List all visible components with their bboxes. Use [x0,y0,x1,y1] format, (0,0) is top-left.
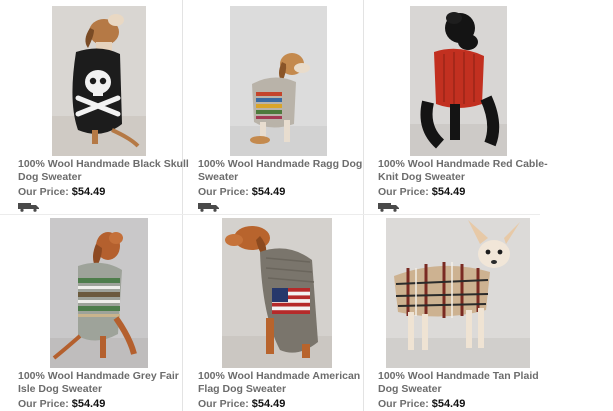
product-card-ragg[interactable]: 100% Wool Handmade Ragg Dog Sweater Our … [198,0,378,214]
product-price: Our Price: $54.49 [378,186,465,198]
price-amount: $54.49 [251,186,286,198]
product-card-red-cable-knit[interactable]: 100% Wool Handmade Red Cable-Knit Dog Sw… [378,0,558,214]
price-label: Our Price: [378,186,429,198]
product-title[interactable]: 100% Wool Handmade Grey Fair Isle Dog Sw… [18,370,194,396]
price-label: Our Price: [18,398,69,410]
truck-icon [378,203,399,212]
price-amount: $54.49 [71,186,106,198]
product-image[interactable] [386,218,530,368]
truck-icon [18,203,39,212]
product-price: Our Price: $54.49 [18,398,105,410]
product-price: Our Price: $54.49 [18,186,105,198]
product-card-black-skull[interactable]: 100% Wool Handmade Black Skull Dog Sweat… [18,0,198,214]
product-card-tan-plaid[interactable]: 100% Wool Handmade Tan Plaid Dog Sweater… [378,216,558,411]
price-label: Our Price: [198,186,249,198]
price-amount: $54.49 [431,186,466,198]
truck-icon [198,203,219,212]
product-image[interactable] [222,218,332,368]
product-image[interactable] [230,6,327,156]
price-label: Our Price: [198,398,249,410]
product-title[interactable]: 100% Wool Handmade Tan Plaid Dog Sweater [378,370,554,396]
price-amount: $54.49 [71,398,106,410]
product-image[interactable] [410,6,507,156]
product-card-grey-fair-isle[interactable]: 100% Wool Handmade Grey Fair Isle Dog Sw… [18,216,198,411]
product-price: Our Price: $54.49 [378,398,465,410]
product-price: Our Price: $54.49 [198,186,285,198]
price-amount: $54.49 [251,398,286,410]
product-image[interactable] [52,6,146,156]
price-amount: $54.49 [431,398,466,410]
product-price: Our Price: $54.49 [198,398,285,410]
product-title[interactable]: 100% Wool Handmade Ragg Dog Sweater [198,158,374,184]
price-label: Our Price: [18,186,69,198]
product-card-american-flag[interactable]: 100% Wool Handmade American Flag Dog Swe… [198,216,378,411]
product-image[interactable] [50,218,148,368]
product-title[interactable]: 100% Wool Handmade Black Skull Dog Sweat… [18,158,194,184]
row-divider [0,214,540,215]
product-title[interactable]: 100% Wool Handmade American Flag Dog Swe… [198,370,374,396]
product-title[interactable]: 100% Wool Handmade Red Cable-Knit Dog Sw… [378,158,554,184]
product-grid: 100% Wool Handmade Black Skull Dog Sweat… [0,0,613,411]
price-label: Our Price: [378,398,429,410]
